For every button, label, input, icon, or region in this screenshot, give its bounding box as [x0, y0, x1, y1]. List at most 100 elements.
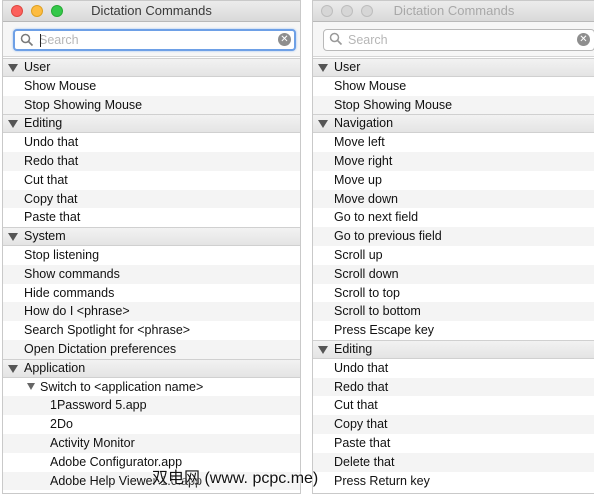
- command-item[interactable]: Hide commands: [3, 284, 300, 303]
- row-label: Show commands: [24, 266, 120, 281]
- section-header[interactable]: Editing: [313, 339, 594, 359]
- row-label: Activity Monitor: [50, 435, 135, 450]
- command-item[interactable]: Stop Showing Mouse: [313, 95, 594, 115]
- command-item[interactable]: Copy that: [3, 189, 300, 209]
- subgroup-header[interactable]: Switch to <application name>: [3, 378, 300, 397]
- command-item[interactable]: Move left: [313, 133, 594, 152]
- minimize-button[interactable]: [341, 5, 353, 17]
- section-header[interactable]: User: [3, 58, 300, 77]
- dictation-commands-window-active: Dictation Commands ✕ User Show Mouse Stop …: [2, 0, 301, 494]
- disclosure-triangle-icon[interactable]: [8, 120, 18, 129]
- command-item[interactable]: Delete that: [313, 452, 594, 472]
- command-item[interactable]: Redo that: [3, 151, 300, 171]
- command-item[interactable]: Copy that: [313, 415, 594, 434]
- disclosure-triangle-icon[interactable]: [318, 64, 328, 72]
- row-label: Application: [24, 360, 86, 375]
- row-label: Paste that: [24, 210, 81, 225]
- command-item[interactable]: Scroll down: [313, 264, 594, 284]
- zoom-button[interactable]: [51, 5, 63, 17]
- row-label: 2Do: [50, 417, 73, 432]
- command-item[interactable]: Open Dictation preferences: [3, 339, 300, 359]
- row-label: Redo that: [334, 379, 389, 394]
- commands-list: User Show Mouse Stop Showing Mouse Navigati…: [313, 58, 594, 490]
- command-item[interactable]: Move up: [313, 171, 594, 190]
- window-title: Dictation Commands: [393, 3, 515, 18]
- disclosure-triangle-icon[interactable]: [318, 345, 328, 354]
- close-button[interactable]: [321, 5, 333, 17]
- command-item[interactable]: Undo that: [313, 359, 594, 378]
- disclosure-triangle-icon[interactable]: [8, 233, 18, 242]
- zoom-button[interactable]: [361, 5, 373, 17]
- command-item[interactable]: Press Escape key: [313, 321, 594, 340]
- row-label: Paste that: [334, 435, 391, 450]
- row-label: Copy that: [24, 191, 78, 206]
- command-item[interactable]: Scroll to top: [313, 284, 594, 303]
- command-item[interactable]: Activity Monitor: [3, 433, 300, 453]
- row-label: Stop listening: [24, 247, 100, 262]
- clear-search-icon[interactable]: ✕: [278, 33, 291, 46]
- section-header[interactable]: Editing: [3, 114, 300, 134]
- clear-search-icon[interactable]: ✕: [577, 33, 590, 46]
- command-item[interactable]: Go to previous field: [313, 227, 594, 246]
- disclosure-triangle-icon[interactable]: [8, 364, 18, 373]
- command-item[interactable]: Stop Showing Mouse: [3, 95, 300, 115]
- command-item[interactable]: Move right: [313, 151, 594, 171]
- row-label: Go to next field: [334, 210, 419, 225]
- disclosure-triangle-icon[interactable]: [8, 64, 18, 72]
- watermark-text: 双电网 (www. pcpc.me): [152, 470, 319, 487]
- command-item[interactable]: Scroll to bottom: [313, 302, 594, 322]
- command-item[interactable]: Cut that: [313, 396, 594, 415]
- row-label: Cut that: [334, 398, 378, 413]
- section-header[interactable]: User: [313, 58, 594, 77]
- row-label: Cut that: [24, 172, 68, 187]
- command-item[interactable]: Cut that: [3, 171, 300, 190]
- row-label: Show Mouse: [334, 78, 407, 93]
- row-label: Scroll to top: [334, 285, 401, 300]
- row-label: User: [334, 60, 361, 74]
- command-item[interactable]: Search Spotlight for <phrase>: [3, 321, 300, 340]
- row-label: Search Spotlight for <phrase>: [24, 323, 191, 338]
- row-label: Scroll down: [334, 266, 399, 281]
- row-label: Adobe Help.app: [50, 490, 140, 493]
- search-field[interactable]: ✕: [13, 29, 296, 51]
- section-header[interactable]: Application: [3, 358, 300, 378]
- command-item[interactable]: How do I <phrase>: [3, 302, 300, 322]
- section-header[interactable]: Navigation: [313, 114, 594, 134]
- command-item[interactable]: Show commands: [3, 264, 300, 284]
- command-item[interactable]: 2Do: [3, 415, 300, 434]
- commands-list: User Show Mouse Stop Showing Mouse Editing U…: [3, 58, 300, 493]
- command-item[interactable]: Paste that: [313, 434, 594, 453]
- command-item[interactable]: 1Password 5.app: [3, 396, 300, 416]
- command-item[interactable]: Press Return key: [313, 472, 594, 491]
- command-item[interactable]: Move down: [313, 189, 594, 209]
- command-item[interactable]: Go to next field: [313, 208, 594, 227]
- dictation-commands-window-inactive: Dictation Commands ✕ User Show Mouse Stop …: [312, 0, 594, 494]
- command-item[interactable]: Redo that: [313, 377, 594, 397]
- command-item[interactable]: Undo that: [3, 133, 300, 152]
- minimize-button[interactable]: [31, 5, 43, 17]
- command-item[interactable]: Show Mouse: [313, 77, 594, 96]
- row-label: System: [24, 229, 66, 244]
- section-header[interactable]: System: [3, 227, 300, 246]
- command-item[interactable]: Paste that: [3, 208, 300, 227]
- close-button[interactable]: [11, 5, 23, 17]
- search-bar: ✕: [313, 22, 594, 57]
- window-controls: [321, 5, 373, 17]
- search-input[interactable]: [39, 31, 259, 48]
- search-icon: [329, 32, 343, 46]
- command-item[interactable]: Adobe Help.app: [3, 490, 300, 493]
- command-item[interactable]: Stop listening: [3, 246, 300, 265]
- disclosure-triangle-icon[interactable]: [318, 120, 328, 129]
- row-label: Go to previous field: [334, 229, 442, 244]
- command-item[interactable]: Scroll up: [313, 246, 594, 265]
- command-item[interactable]: Show Mouse: [3, 77, 300, 96]
- search-field[interactable]: ✕: [323, 29, 594, 51]
- row-label: Scroll up: [334, 247, 383, 262]
- row-label: Open Dictation preferences: [24, 341, 177, 356]
- row-label: Scroll to bottom: [334, 304, 421, 319]
- row-label: Undo that: [334, 360, 389, 375]
- row-label: Move left: [334, 135, 385, 150]
- row-label: User: [24, 60, 51, 74]
- search-input[interactable]: [348, 31, 568, 48]
- disclosure-triangle-icon[interactable]: [27, 382, 35, 390]
